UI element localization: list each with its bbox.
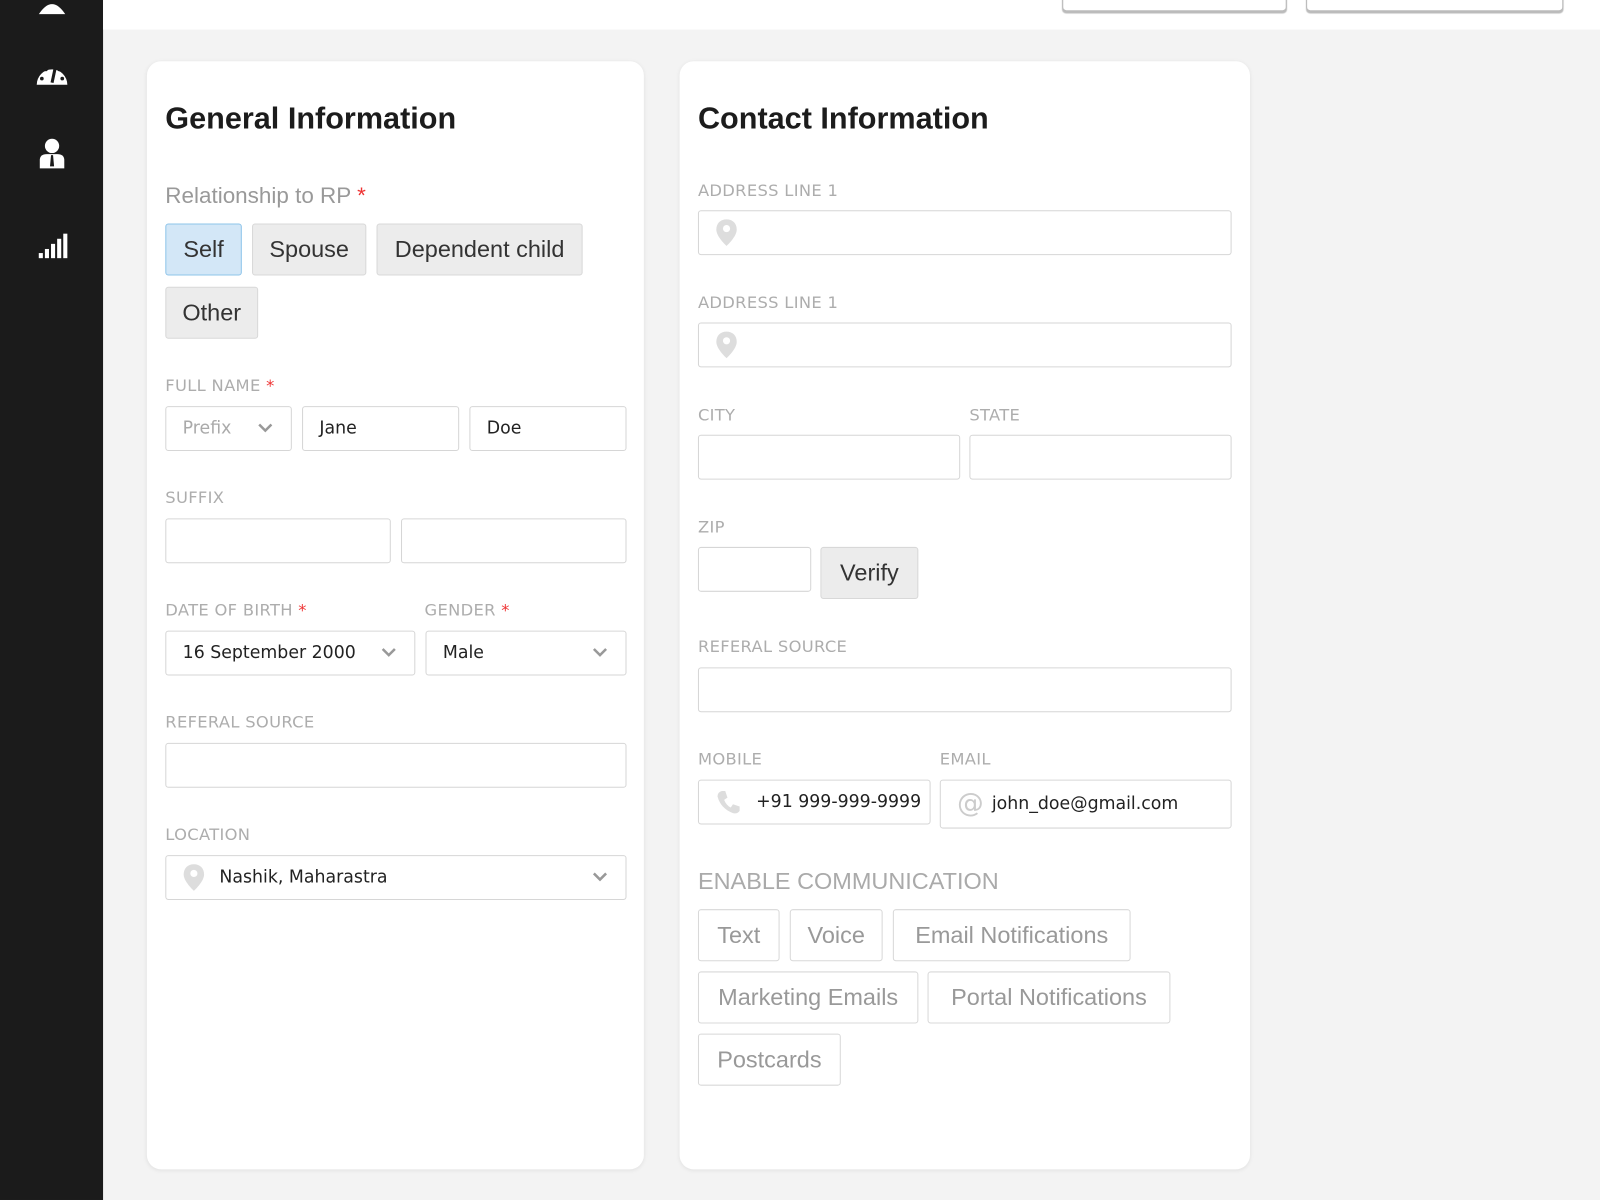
chevron-down-icon <box>258 423 273 433</box>
email-label: EMAIL <box>939 748 991 769</box>
prefix-placeholder: Prefix <box>182 418 232 439</box>
phone-icon <box>717 790 740 814</box>
enable-communication-label: ENABLE COMMUNICATION <box>697 867 999 894</box>
header-button[interactable] <box>1306 0 1564 12</box>
mobile-label: MOBILE <box>697 748 763 769</box>
contact-title: Contact Information <box>697 102 989 136</box>
comm-text-toggle[interactable]: Text <box>697 909 780 962</box>
suffix-input-2[interactable] <box>401 518 627 564</box>
full-name-label: FULL NAME * <box>165 375 275 395</box>
mobile-input[interactable]: +91 999-999-9999 <box>697 779 931 825</box>
referral-input[interactable] <box>165 742 627 788</box>
address2-input[interactable] <box>697 322 1232 368</box>
chevron-down-icon <box>592 648 608 657</box>
mobile-value: +91 999-999-9999 <box>756 791 922 813</box>
location-select[interactable]: Nashik, Maharastra <box>165 855 627 900</box>
contact-referral-input[interactable] <box>697 667 1232 713</box>
gender-select[interactable]: Male <box>425 630 627 676</box>
signal-bars-icon[interactable] <box>35 230 70 265</box>
at-icon: @ <box>957 788 984 820</box>
comm-email-notifications-toggle[interactable]: Email Notifications <box>892 909 1131 962</box>
address1-input[interactable] <box>697 210 1232 256</box>
suffix-label: SUFFIX <box>165 487 225 508</box>
comm-marketing-emails-toggle[interactable]: Marketing Emails <box>697 971 919 1024</box>
header-button[interactable] <box>1062 0 1287 12</box>
zip-label: ZIP <box>697 517 725 537</box>
prefix-select[interactable]: Prefix <box>165 406 292 452</box>
header <box>103 0 1600 30</box>
comm-postcards-toggle[interactable]: Postcards <box>697 1033 841 1086</box>
last-name-input[interactable]: Doe <box>469 406 627 452</box>
suffix-input[interactable] <box>165 518 391 564</box>
city-label: CITY <box>697 405 736 425</box>
relationship-spouse[interactable]: Spouse <box>252 223 367 276</box>
chevron-down-icon <box>381 648 396 657</box>
general-title: General Information <box>165 102 457 136</box>
location-label: LOCATION <box>165 824 251 844</box>
city-input[interactable] <box>697 434 961 480</box>
location-value: Nashik, Maharastra <box>219 867 388 888</box>
dashboard-gauge-icon[interactable] <box>35 58 70 93</box>
relationship-dependent-child[interactable]: Dependent child <box>376 223 583 276</box>
comm-portal-notifications-toggle[interactable]: Portal Notifications <box>927 971 1171 1024</box>
user-icon[interactable] <box>35 138 70 173</box>
location-pin-icon <box>716 219 737 246</box>
address2-label: ADDRESS LINE 1 <box>697 292 839 313</box>
state-input[interactable] <box>969 434 1232 480</box>
gender-label: GENDER * <box>424 599 510 620</box>
email-value: john_doe@gmail.com <box>991 793 1179 815</box>
location-pin-icon <box>183 864 205 891</box>
chevron-down-icon <box>592 872 608 882</box>
referral-label: REFERAL SOURCE <box>165 712 315 732</box>
comm-voice-toggle[interactable]: Voice <box>789 909 883 962</box>
first-name-input[interactable]: Jane <box>302 406 460 452</box>
address1-label: ADDRESS LINE 1 <box>697 180 839 200</box>
state-label: STATE <box>969 405 1021 425</box>
contact-referral-label: REFERAL SOURCE <box>697 636 848 657</box>
relationship-other[interactable]: Other <box>165 286 259 339</box>
location-pin-icon <box>716 331 737 359</box>
zip-input[interactable] <box>697 546 812 592</box>
user-top-icon[interactable] <box>35 0 70 15</box>
gender-value: Male <box>442 642 484 664</box>
dob-label: DATE OF BIRTH * <box>165 599 307 620</box>
dob-value: 16 September 2000 <box>182 642 356 664</box>
verify-button[interactable]: Verify <box>820 546 919 599</box>
sidebar <box>0 0 104 1200</box>
relationship-label: Relationship to RP * <box>165 182 366 209</box>
email-input[interactable]: @ john_doe@gmail.com <box>939 779 1232 829</box>
dob-select[interactable]: 16 September 2000 <box>165 630 416 676</box>
relationship-self[interactable]: Self <box>165 223 242 276</box>
